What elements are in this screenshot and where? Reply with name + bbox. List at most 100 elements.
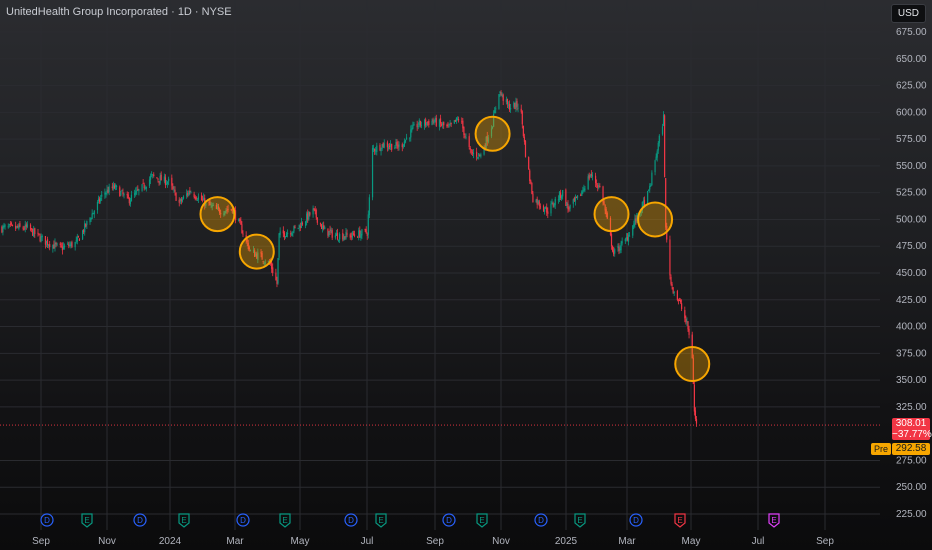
candle [193, 193, 195, 197]
candle [381, 144, 383, 150]
time-tick-label: Jul [752, 536, 765, 547]
candle [446, 124, 448, 126]
time-tick-label: 2024 [159, 536, 182, 547]
candle [336, 233, 339, 240]
highlight-circle[interactable] [674, 346, 711, 383]
time-tick-label: Sep [426, 536, 444, 547]
candle [349, 234, 351, 238]
candle [32, 229, 34, 236]
candle [59, 243, 61, 246]
candle [34, 228, 36, 235]
candle [469, 148, 471, 150]
candle [101, 194, 103, 197]
candle [688, 328, 690, 335]
candle [387, 147, 390, 149]
candle [425, 119, 427, 125]
candle [658, 135, 660, 144]
candle [442, 123, 444, 126]
price-tick-label: 675.00 [896, 27, 927, 38]
candle [297, 227, 299, 229]
time-tick-label: Nov [98, 536, 116, 547]
candle [16, 226, 18, 228]
candle [105, 192, 107, 195]
price-tick-label: 575.00 [896, 134, 927, 145]
candle [598, 185, 600, 187]
candle [465, 137, 467, 139]
candle [500, 92, 502, 95]
candle [650, 184, 652, 187]
candle [628, 235, 631, 237]
candle [432, 119, 434, 122]
event-marker-letter: E [677, 516, 682, 525]
event-marker-letter: D [348, 516, 354, 525]
candle [168, 178, 170, 182]
candle [471, 152, 473, 154]
candle [81, 230, 84, 240]
candle [315, 209, 317, 218]
price-tick-label: 425.00 [896, 295, 927, 306]
candle [293, 226, 295, 232]
candle [62, 246, 65, 250]
price-tick-label: 250.00 [896, 482, 927, 493]
event-marker-letter: E [479, 516, 484, 525]
candle [357, 236, 359, 238]
candle [41, 235, 43, 238]
highlight-circle[interactable] [199, 196, 236, 233]
candle [284, 236, 287, 238]
candle [416, 123, 418, 128]
candle [420, 125, 423, 127]
candle [576, 195, 579, 198]
candle [562, 190, 564, 197]
candle [596, 183, 598, 185]
candle [552, 203, 554, 206]
candle [171, 177, 173, 186]
event-marker-letter: E [181, 516, 186, 525]
candle [23, 228, 25, 230]
candle [190, 192, 192, 194]
price-tick-label: 275.00 [896, 455, 927, 466]
candle [557, 199, 560, 201]
candle [611, 245, 614, 252]
candle [240, 220, 242, 225]
candle [77, 235, 79, 238]
price-chart[interactable]: 675.00 650.00 625.00 600.00 575.00 550.00 525.… [0, 0, 932, 550]
candle [396, 142, 398, 146]
candle [569, 204, 571, 209]
candle [343, 236, 345, 241]
highlight-circle[interactable] [474, 115, 511, 152]
price-tick-label: 650.00 [896, 54, 927, 65]
premarket-price: 292.58 [892, 443, 930, 455]
candle [517, 107, 519, 109]
time-tick-label: Sep [32, 536, 50, 547]
highlight-circle[interactable] [637, 201, 674, 238]
highlight-circle[interactable] [238, 233, 275, 270]
candle [371, 147, 374, 198]
candle [568, 208, 570, 210]
candle [664, 115, 666, 178]
candle [479, 154, 481, 156]
highlight-circle[interactable] [593, 196, 630, 233]
candle [92, 212, 94, 215]
candle [86, 221, 88, 226]
candle [367, 214, 369, 235]
candle [613, 250, 615, 255]
candle [90, 218, 92, 220]
candle [617, 245, 619, 248]
currency-button[interactable]: USD [890, 4, 926, 23]
candle [635, 218, 637, 222]
candle [523, 136, 526, 142]
candle [532, 193, 534, 203]
candle [163, 176, 165, 182]
chart-window[interactable]: 675.00 650.00 625.00 600.00 575.00 550.00 525.… [0, 0, 932, 550]
event-marker-letter: D [446, 516, 452, 525]
candle [648, 189, 650, 191]
candle [89, 217, 91, 223]
candle [554, 198, 556, 206]
candle [657, 142, 659, 151]
candle [22, 227, 24, 229]
candle [149, 176, 152, 180]
candle [29, 224, 32, 230]
candle [308, 211, 310, 220]
candle [365, 229, 367, 233]
candle [547, 211, 549, 214]
